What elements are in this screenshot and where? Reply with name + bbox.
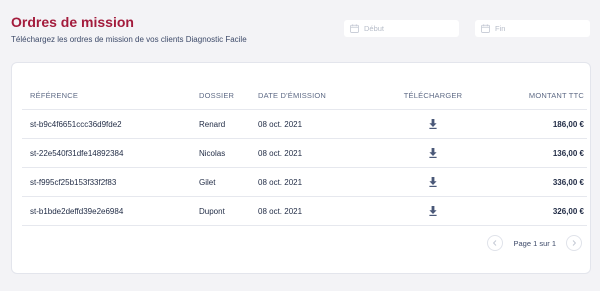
row-amount: 326,00 € [552,206,584,216]
row-reference: st-b1bde2deffd39e2e6984 [30,206,124,216]
calendar-icon [481,24,490,33]
row-amount: 136,00 € [552,148,584,158]
end-date-field[interactable] [475,20,590,37]
next-page-button[interactable] [566,235,582,251]
row-amount: 336,00 € [552,177,584,187]
row-download-cell [387,110,479,138]
row-dossier: Dupont [199,206,225,216]
row-date: 08 oct. 2021 [258,206,303,216]
chevron-right-icon [572,240,577,246]
table-row: st-b1bde2deffd39e2e6984 Dupont 08 oct. 2… [22,197,587,226]
column-header-reference: RÉFÉRENCE [30,90,79,100]
column-header-dossier: DOSSIER [199,90,235,100]
column-header-amount: MONTANT TTC [528,90,584,100]
row-date: 08 oct. 2021 [258,148,303,158]
row-download-cell [387,139,479,167]
column-header-download: TÉLÉCHARGER [403,90,463,100]
table-row: st-f995cf25b153f33f2f83 Gilet 08 oct. 20… [22,168,587,197]
row-date: 08 oct. 2021 [258,177,303,187]
download-icon [429,206,437,216]
row-reference: st-22e540f31dfe14892384 [30,148,124,158]
page-title: Ordres de mission [11,14,134,30]
pagination: Page 1 sur 1 [487,235,582,251]
table-header-row: RÉFÉRENCE DOSSIER DATE D'ÉMISSION TÉLÉCH… [22,81,587,110]
row-reference: st-b9c4f6651ccc36d9fde2 [30,119,122,129]
table-row: st-22e540f31dfe14892384 Nicolas 08 oct. … [22,139,587,168]
start-date-field[interactable] [344,20,459,37]
start-date-input[interactable] [364,24,454,33]
page-indicator: Page 1 sur 1 [513,238,556,248]
download-icon [429,119,437,129]
download-button[interactable] [429,119,437,129]
orders-card: RÉFÉRENCE DOSSIER DATE D'ÉMISSION TÉLÉCH… [11,62,591,274]
table-row: st-b9c4f6651ccc36d9fde2 Renard 08 oct. 2… [22,110,587,139]
row-dossier: Gilet [199,177,216,187]
chevron-left-icon [493,240,497,246]
column-header-date: DATE D'ÉMISSION [258,90,327,100]
row-date: 08 oct. 2021 [258,119,303,129]
orders-table: RÉFÉRENCE DOSSIER DATE D'ÉMISSION TÉLÉCH… [22,81,587,226]
download-button[interactable] [429,206,437,216]
download-button[interactable] [429,177,437,187]
row-dossier: Nicolas [199,148,226,158]
download-icon [429,148,437,158]
row-dossier: Renard [199,119,226,129]
row-reference: st-f995cf25b153f33f2f83 [30,177,117,187]
end-date-input[interactable] [495,24,585,33]
download-icon [429,177,437,187]
page-header: Ordres de mission Téléchargez les ordres… [0,0,600,56]
calendar-icon [350,24,359,33]
download-button[interactable] [429,148,437,158]
page-subtitle: Téléchargez les ordres de mission de vos… [11,35,247,44]
row-download-cell [387,197,479,225]
row-amount: 186,00 € [552,119,584,129]
row-download-cell [387,168,479,196]
previous-page-button[interactable] [487,235,504,251]
